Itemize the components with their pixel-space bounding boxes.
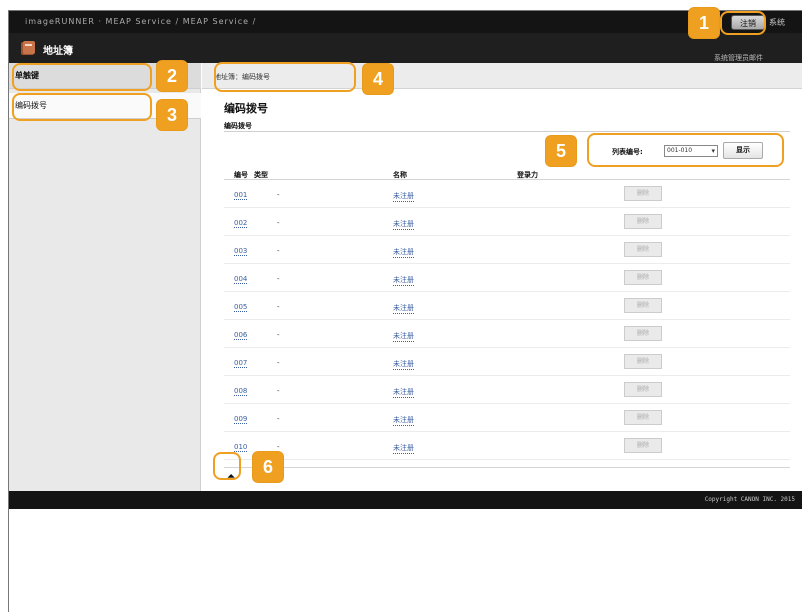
entry-type: - <box>277 219 280 227</box>
delete-button[interactable]: 删除 <box>624 270 662 285</box>
entry-number-link[interactable]: 007 <box>234 359 248 368</box>
table-row: 010 - 未注册 删除 <box>224 432 790 460</box>
table-row: 001 - 未注册 删除 <box>224 180 790 208</box>
entry-type: - <box>277 303 280 311</box>
page-title: 编码拨号 <box>224 102 268 115</box>
device-breadcrumb: imageRUNNER · MEAP Service / MEAP Servic… <box>25 17 257 26</box>
entry-number-link[interactable]: 009 <box>234 415 248 424</box>
callout-ring <box>587 133 784 167</box>
table-row: 002 - 未注册 删除 <box>224 208 790 236</box>
entry-type: - <box>277 275 280 283</box>
table-row: 008 - 未注册 删除 <box>224 376 790 404</box>
page-header-title: 地址簿 <box>43 46 73 57</box>
callout-badge: 1 <box>689 8 719 38</box>
entry-type: - <box>277 415 280 423</box>
delete-button[interactable]: 删除 <box>624 242 662 257</box>
callout-badge: 3 <box>157 100 187 130</box>
entry-type: - <box>277 443 280 451</box>
callout-ring <box>12 63 152 91</box>
entry-type: - <box>277 359 280 367</box>
callout-ring <box>213 452 241 480</box>
entry-number-link[interactable]: 005 <box>234 303 248 312</box>
table-row: 009 - 未注册 删除 <box>224 404 790 432</box>
entry-number-link[interactable]: 004 <box>234 275 248 284</box>
section-title: 编码拨号 <box>224 122 252 130</box>
table-row: 006 - 未注册 删除 <box>224 320 790 348</box>
entry-name-link[interactable]: 未注册 <box>393 219 414 230</box>
callout-badge: 2 <box>157 61 187 91</box>
entry-name-link[interactable]: 未注册 <box>393 275 414 286</box>
delete-button[interactable]: 删除 <box>624 214 662 229</box>
entry-name-link[interactable]: 未注册 <box>393 415 414 426</box>
delete-button[interactable]: 删除 <box>624 326 662 341</box>
callout-ring <box>720 11 766 35</box>
table-row: 003 - 未注册 删除 <box>224 236 790 264</box>
section-divider <box>224 131 790 132</box>
entry-number-link[interactable]: 001 <box>234 191 248 200</box>
table-row: 005 - 未注册 删除 <box>224 292 790 320</box>
header-bar: 地址簿 系统管理员邮件 <box>9 33 802 63</box>
table-row: 004 - 未注册 删除 <box>224 264 790 292</box>
callout-badge: 5 <box>546 136 576 166</box>
entry-name-link[interactable]: 未注册 <box>393 247 414 258</box>
delete-button[interactable]: 删除 <box>624 186 662 201</box>
delete-button[interactable]: 删除 <box>624 438 662 453</box>
main-content: 地址簿：编码拨号 编码拨号 编码拨号 列表编号: 001-010 ▾ 显示 编号… <box>202 63 802 491</box>
table-row: 007 - 未注册 删除 <box>224 348 790 376</box>
entry-name-link[interactable]: 未注册 <box>393 359 414 370</box>
address-book-icon <box>21 41 35 55</box>
entry-name-link[interactable]: 未注册 <box>393 191 414 202</box>
entry-type: - <box>277 331 280 339</box>
delete-button[interactable]: 删除 <box>624 382 662 397</box>
callout-badge: 4 <box>363 64 393 94</box>
entry-number-link[interactable]: 006 <box>234 331 248 340</box>
footer: Copyright CANON INC. 2015 <box>9 491 802 509</box>
callout-ring <box>12 93 152 121</box>
entry-number-link[interactable]: 002 <box>234 219 248 228</box>
entry-type: - <box>277 387 280 395</box>
entry-name-link[interactable]: 未注册 <box>393 387 414 398</box>
entry-type: - <box>277 191 280 199</box>
callout-badge: 6 <box>253 452 283 482</box>
system-label: 系统 <box>769 18 785 27</box>
delete-button[interactable]: 删除 <box>624 354 662 369</box>
top-bar: imageRUNNER · MEAP Service / MEAP Servic… <box>9 11 802 33</box>
admin-mail-link[interactable]: 系统管理员邮件 <box>714 53 763 63</box>
delete-button[interactable]: 删除 <box>624 410 662 425</box>
entry-number-link[interactable]: 008 <box>234 387 248 396</box>
entry-name-link[interactable]: 未注册 <box>393 443 414 454</box>
copyright-text: Copyright CANON INC. 2015 <box>704 496 795 503</box>
entry-type: - <box>277 247 280 255</box>
entry-name-link[interactable]: 未注册 <box>393 331 414 342</box>
delete-button[interactable]: 删除 <box>624 298 662 313</box>
table-bottom-divider <box>224 467 790 468</box>
entry-number-link[interactable]: 003 <box>234 247 248 256</box>
entry-number-link[interactable]: 010 <box>234 443 248 452</box>
callout-ring <box>214 62 356 92</box>
entry-name-link[interactable]: 未注册 <box>393 303 414 314</box>
